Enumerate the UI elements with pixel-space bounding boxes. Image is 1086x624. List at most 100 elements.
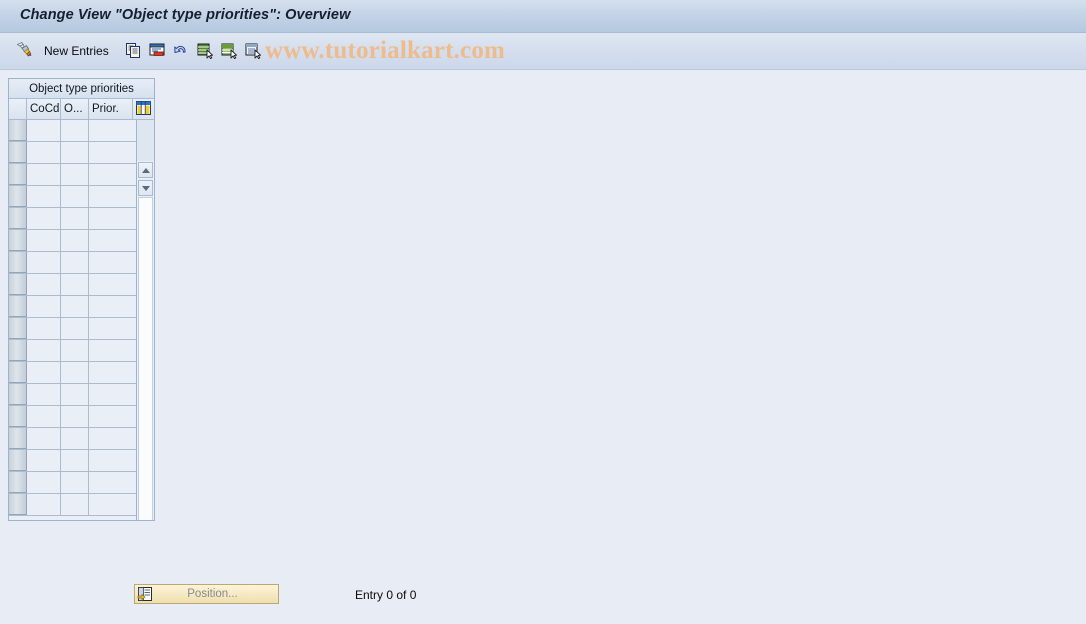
scroll-page-up-button[interactable] [138, 162, 153, 178]
row-selector-cell[interactable] [9, 340, 27, 361]
table-row[interactable] [9, 296, 136, 318]
table-vertical-scrollbar[interactable] [137, 161, 154, 520]
table-cell-objtype[interactable] [61, 274, 89, 295]
table-cell-cocd[interactable] [27, 274, 61, 295]
table-cell-prior[interactable] [89, 230, 136, 251]
table-cell-prior[interactable] [89, 384, 136, 405]
scroll-up-button[interactable] [138, 180, 153, 196]
table-row[interactable] [9, 318, 136, 340]
table-row[interactable] [9, 274, 136, 296]
table-cell-prior[interactable] [89, 362, 136, 383]
table-cell-cocd[interactable] [27, 428, 61, 449]
row-selector-cell[interactable] [9, 164, 27, 185]
row-selector-cell[interactable] [9, 472, 27, 493]
select-all-button[interactable] [196, 33, 214, 69]
delete-button[interactable] [148, 33, 166, 69]
row-selector-cell[interactable] [9, 208, 27, 229]
table-cell-cocd[interactable] [27, 406, 61, 427]
column-config-button[interactable] [133, 99, 154, 120]
table-row[interactable] [9, 428, 136, 450]
column-header-cocd[interactable]: CoCd [27, 99, 61, 120]
table-cell-prior[interactable] [89, 428, 136, 449]
column-header-select-all[interactable] [9, 99, 27, 120]
row-selector-cell[interactable] [9, 318, 27, 339]
table-cell-cocd[interactable] [27, 142, 61, 163]
table-cell-prior[interactable] [89, 252, 136, 273]
table-cell-prior[interactable] [89, 164, 136, 185]
table-cell-objtype[interactable] [61, 186, 89, 207]
table-row[interactable] [9, 186, 136, 208]
new-entries-button[interactable]: New Entries [44, 33, 109, 69]
table-cell-cocd[interactable] [27, 252, 61, 273]
row-selector-cell[interactable] [9, 252, 27, 273]
table-cell-objtype[interactable] [61, 318, 89, 339]
row-selector-cell[interactable] [9, 296, 27, 317]
table-cell-prior[interactable] [89, 186, 136, 207]
table-cell-cocd[interactable] [27, 472, 61, 493]
table-cell-prior[interactable] [89, 472, 136, 493]
table-cell-prior[interactable] [89, 142, 136, 163]
table-cell-objtype[interactable] [61, 406, 89, 427]
scrollbar-track[interactable] [138, 197, 153, 520]
row-selector-cell[interactable] [9, 494, 27, 515]
column-header-objtype[interactable]: O... [61, 99, 89, 120]
table-row[interactable] [9, 472, 136, 494]
table-cell-cocd[interactable] [27, 230, 61, 251]
table-row[interactable] [9, 142, 136, 164]
table-cell-objtype[interactable] [61, 208, 89, 229]
table-cell-cocd[interactable] [27, 450, 61, 471]
table-cell-cocd[interactable] [27, 120, 61, 141]
position-button[interactable]: Position... [134, 584, 279, 604]
row-selector-cell[interactable] [9, 274, 27, 295]
table-cell-objtype[interactable] [61, 472, 89, 493]
table-row[interactable] [9, 230, 136, 252]
undo-button[interactable] [172, 33, 190, 69]
display-change-button[interactable] [14, 33, 34, 69]
table-cell-prior[interactable] [89, 274, 136, 295]
table-cell-prior[interactable] [89, 340, 136, 361]
table-cell-prior[interactable] [89, 296, 136, 317]
table-cell-objtype[interactable] [61, 384, 89, 405]
select-block-button[interactable] [244, 33, 262, 69]
row-selector-cell[interactable] [9, 406, 27, 427]
table-cell-prior[interactable] [89, 450, 136, 471]
row-selector-cell[interactable] [9, 428, 27, 449]
table-cell-prior[interactable] [89, 318, 136, 339]
table-row[interactable] [9, 450, 136, 472]
table-cell-cocd[interactable] [27, 186, 61, 207]
row-selector-cell[interactable] [9, 186, 27, 207]
row-selector-cell[interactable] [9, 230, 27, 251]
table-cell-objtype[interactable] [61, 362, 89, 383]
table-cell-objtype[interactable] [61, 230, 89, 251]
table-row[interactable] [9, 340, 136, 362]
row-selector-cell[interactable] [9, 142, 27, 163]
table-row[interactable] [9, 120, 136, 142]
row-selector-cell[interactable] [9, 120, 27, 141]
table-row[interactable] [9, 384, 136, 406]
table-cell-cocd[interactable] [27, 340, 61, 361]
table-cell-cocd[interactable] [27, 384, 61, 405]
deselect-all-button[interactable] [220, 33, 238, 69]
row-selector-cell[interactable] [9, 384, 27, 405]
table-row[interactable] [9, 362, 136, 384]
table-cell-objtype[interactable] [61, 428, 89, 449]
row-selector-cell[interactable] [9, 450, 27, 471]
table-cell-objtype[interactable] [61, 340, 89, 361]
table-cell-cocd[interactable] [27, 164, 61, 185]
table-row[interactable] [9, 252, 136, 274]
table-cell-objtype[interactable] [61, 450, 89, 471]
table-row[interactable] [9, 494, 136, 516]
table-cell-cocd[interactable] [27, 318, 61, 339]
table-cell-objtype[interactable] [61, 296, 89, 317]
table-cell-prior[interactable] [89, 494, 136, 515]
column-header-prior[interactable]: Prior. [89, 99, 133, 120]
table-cell-objtype[interactable] [61, 142, 89, 163]
table-cell-objtype[interactable] [61, 164, 89, 185]
table-cell-prior[interactable] [89, 406, 136, 427]
table-cell-cocd[interactable] [27, 494, 61, 515]
table-row[interactable] [9, 406, 136, 428]
table-cell-cocd[interactable] [27, 208, 61, 229]
table-cell-objtype[interactable] [61, 494, 89, 515]
table-cell-prior[interactable] [89, 208, 136, 229]
table-row[interactable] [9, 208, 136, 230]
